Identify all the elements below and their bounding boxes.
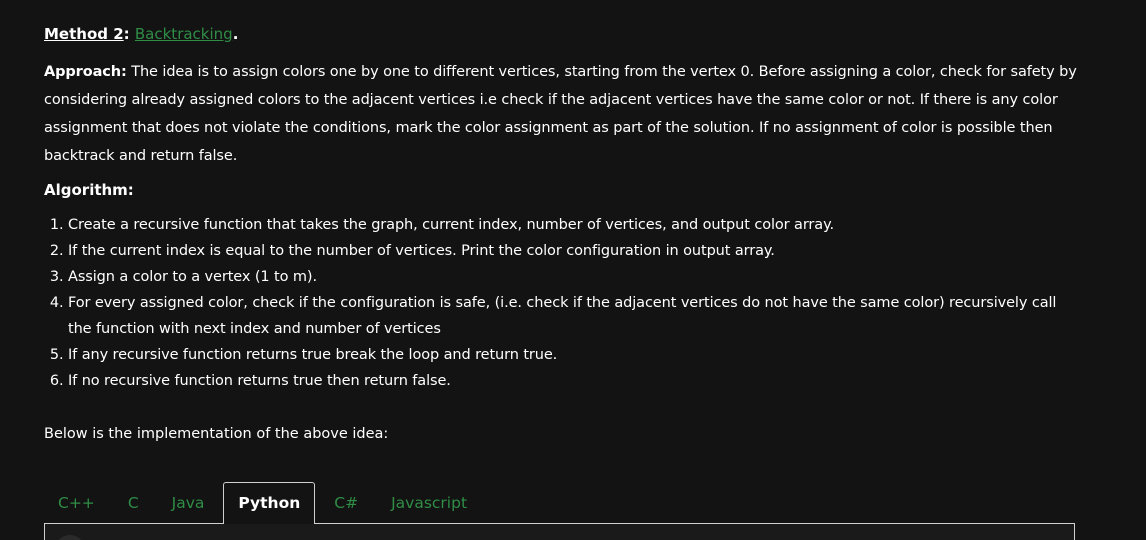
- algorithm-step: Assign a color to a vertex (1 to m).: [68, 264, 1084, 290]
- code-toolbar-icon[interactable]: [55, 535, 85, 540]
- tab-cpp[interactable]: C++: [44, 483, 109, 524]
- tab-python[interactable]: Python: [223, 482, 316, 524]
- tab-javascript[interactable]: Javascript: [377, 483, 481, 524]
- language-tabs: C++ C Java Python C# Javascript: [44, 482, 486, 524]
- tab-csharp[interactable]: C#: [320, 483, 372, 524]
- tab-java[interactable]: Java: [158, 483, 219, 524]
- approach-text: The idea is to assign colors one by one …: [44, 64, 1077, 164]
- algorithm-step: If no recursive function returns true th…: [68, 368, 1084, 394]
- method-label: Method 2: [44, 25, 124, 43]
- method-heading: Method 2: Backtracking.: [44, 22, 1084, 46]
- article-content: Method 2: Backtracking. Approach: The id…: [44, 22, 1084, 446]
- algorithm-step: If any recursive function returns true b…: [68, 342, 1084, 368]
- method-end: .: [232, 25, 239, 43]
- implementation-intro: Below is the implementation of the above…: [44, 426, 389, 442]
- approach-paragraph: Approach: The idea is to assign colors o…: [44, 58, 1084, 170]
- backtracking-link[interactable]: Backtracking: [135, 25, 233, 43]
- algorithm-title: Algorithm:: [44, 181, 134, 199]
- method-colon: :: [123, 25, 130, 43]
- code-panel: [44, 523, 1075, 540]
- tab-c[interactable]: C: [114, 483, 153, 524]
- algorithm-step: Create a recursive function that takes t…: [68, 212, 1084, 238]
- algorithm-step: If the current index is equal to the num…: [68, 238, 1084, 264]
- algorithm-step: For every assigned color, check if the c…: [68, 290, 1084, 342]
- algorithm-steps: Create a recursive function that takes t…: [44, 212, 1084, 394]
- approach-label: Approach:: [44, 64, 127, 80]
